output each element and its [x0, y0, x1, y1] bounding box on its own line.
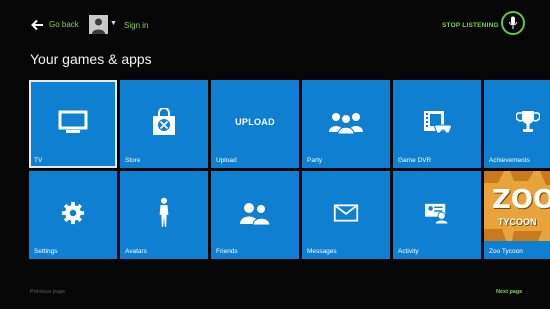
upload-logo-text: UPLOAD [235, 117, 275, 127]
tile-label: TV [34, 157, 43, 164]
store-bag-icon [153, 108, 175, 135]
tile-label: Settings [34, 248, 58, 255]
go-back-link[interactable]: Go back [49, 20, 79, 29]
sign-in-link[interactable]: Sign in [124, 21, 148, 30]
friends-icon [240, 203, 271, 225]
tile-avatars[interactable]: Avatars [120, 171, 208, 259]
zoo-subtitle-text: TYCOON [498, 217, 537, 227]
tile-label: Activity [398, 248, 419, 255]
gear-icon [61, 201, 85, 225]
microphone-icon [509, 16, 517, 29]
envelope-icon [333, 204, 359, 222]
top-bar: Go back ▼ Sign in STOP LISTENING [0, 0, 550, 50]
party-people-icon [329, 113, 363, 134]
tile-label: Store [125, 157, 141, 164]
tile-label: Zoo Tycoon [489, 248, 523, 255]
tile-label: Achievements [489, 157, 530, 164]
activity-icon [425, 203, 449, 224]
tile-tv[interactable]: TV [29, 80, 117, 168]
page-title: Your games & apps [30, 51, 152, 67]
tile-label: Party [307, 157, 323, 164]
tile-activity[interactable]: Activity [393, 171, 481, 259]
tile-label: Upload [216, 157, 237, 164]
apps-grid: TV Store UPLOAD Upload Party Game DVR Ac… [29, 80, 550, 260]
film-controller-icon [424, 111, 452, 134]
tile-friends[interactable]: Friends [211, 171, 299, 259]
tile-messages[interactable]: Messages [302, 171, 390, 259]
back-arrow-icon[interactable] [30, 18, 44, 32]
tile-label: Messages [307, 248, 337, 255]
avatar-figure-icon [159, 197, 169, 227]
zoo-title-text: ZOO [492, 185, 550, 215]
tile-settings[interactable]: Settings [29, 171, 117, 259]
user-silhouette-icon [92, 18, 105, 34]
tv-icon [58, 110, 88, 133]
stop-listening-button[interactable]: STOP LISTENING [442, 22, 499, 29]
tile-label: Avatars [125, 248, 147, 255]
tile-label: Game DVR [398, 157, 432, 164]
tile-upload[interactable]: UPLOAD Upload [211, 80, 299, 168]
avatar[interactable] [89, 15, 108, 34]
tile-party[interactable]: Party [302, 80, 390, 168]
zoo-tycoon-art: ZOO TYCOON [484, 171, 550, 241]
tile-label: Friends [216, 248, 238, 255]
chevron-down-icon[interactable]: ▼ [110, 20, 117, 27]
trophy-icon [516, 111, 540, 132]
next-page-button[interactable]: Next page [496, 289, 522, 295]
tile-zoo-tycoon[interactable]: ZOO TYCOON Zoo Tycoon [484, 171, 550, 259]
previous-page-button[interactable]: Previous page [30, 289, 65, 295]
tile-store[interactable]: Store [120, 80, 208, 168]
microphone-button[interactable] [501, 11, 525, 35]
tile-game-dvr[interactable]: Game DVR [393, 80, 481, 168]
tile-achievements[interactable]: Achievements [484, 80, 550, 168]
